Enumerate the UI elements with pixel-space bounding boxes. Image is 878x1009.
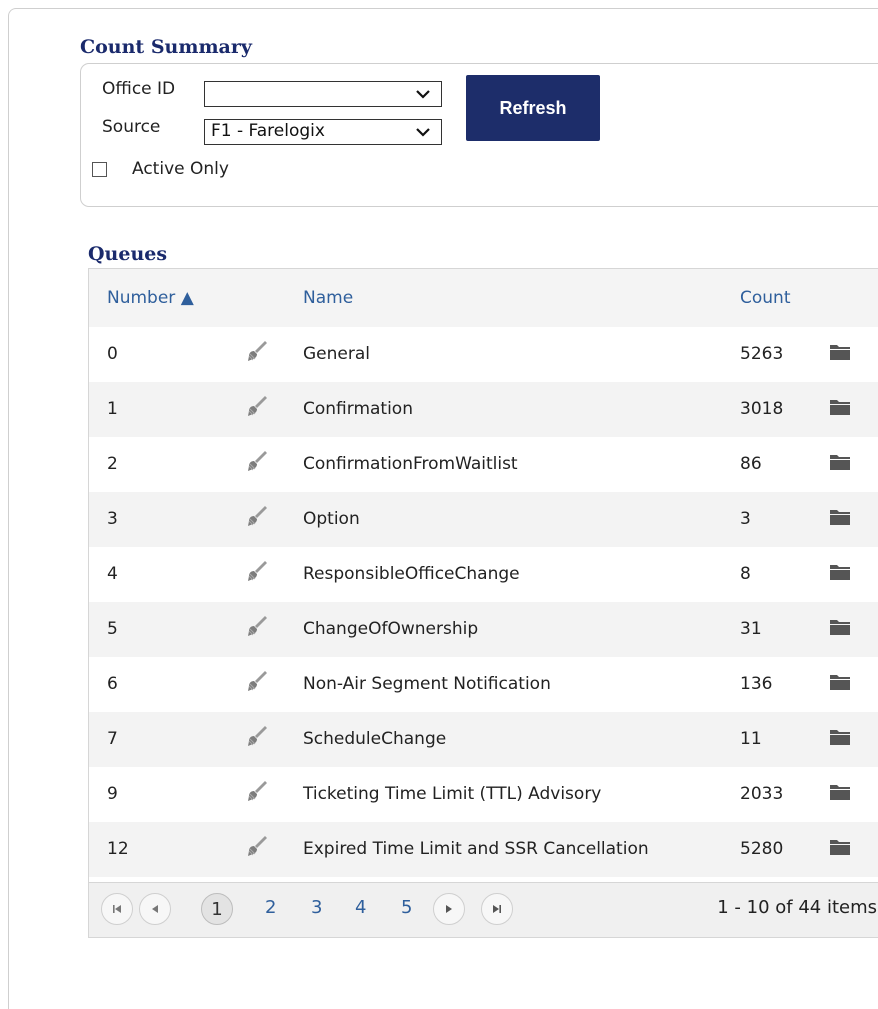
page-number[interactable]: 4	[355, 897, 366, 918]
queue-name: ConfirmationFromWaitlist	[303, 454, 518, 474]
folder-icon[interactable]	[829, 616, 851, 636]
source-value: F1 - Farelogix	[211, 121, 325, 141]
page-number[interactable]: 2	[265, 897, 276, 918]
refresh-button[interactable]: Refresh	[466, 75, 600, 141]
queue-name: ResponsibleOfficeChange	[303, 564, 520, 584]
queue-count: 11	[740, 729, 762, 749]
last-page-icon	[493, 905, 501, 913]
last-page-button[interactable]	[481, 893, 513, 925]
queue-number: 5	[107, 619, 118, 639]
folder-icon[interactable]	[829, 781, 851, 801]
folder-icon[interactable]	[829, 396, 851, 416]
first-page-icon	[113, 905, 121, 913]
queue-name: General	[303, 344, 370, 364]
folder-icon[interactable]	[829, 506, 851, 526]
table-row[interactable]: 6 Non-Air Segment Notification 136	[89, 657, 878, 712]
table-row[interactable]: 0 General 5263	[89, 327, 878, 382]
table-row[interactable]: 2 ConfirmationFromWaitlist 86	[89, 437, 878, 492]
queue-number: 4	[107, 564, 118, 584]
queue-name: Non-Air Segment Notification	[303, 674, 551, 694]
folder-icon[interactable]	[829, 561, 851, 581]
queue-name: ChangeOfOwnership	[303, 619, 479, 639]
queue-count: 136	[740, 674, 773, 694]
brush-icon[interactable]	[245, 779, 269, 803]
queue-count: 5280	[740, 839, 784, 859]
next-page-button[interactable]	[433, 893, 465, 925]
brush-icon[interactable]	[245, 834, 269, 858]
chevron-down-icon	[416, 128, 430, 137]
chevron-down-icon	[416, 90, 430, 99]
brush-icon[interactable]	[245, 669, 269, 693]
queue-number: 3	[107, 509, 118, 529]
table-row[interactable]: 5 ChangeOfOwnership 31	[89, 602, 878, 657]
office-id-select[interactable]	[204, 81, 442, 107]
queue-name: Ticketing Time Limit (TTL) Advisory	[303, 784, 602, 804]
brush-icon[interactable]	[245, 449, 269, 473]
queue-count: 31	[740, 619, 762, 639]
grid-header: Number ▲ Name Count	[89, 269, 878, 327]
page-number[interactable]: 3	[311, 897, 322, 918]
queues-grid: Number ▲ Name Count 0 General 5263 1 Confirm…	[88, 268, 878, 938]
queue-number: 7	[107, 729, 118, 749]
queue-count: 3	[740, 509, 751, 529]
queue-name: Confirmation	[303, 399, 413, 419]
queue-count: 3018	[740, 399, 784, 419]
pager: 1 2 3 4 5 1 - 10 of 44 items	[89, 882, 878, 937]
brush-icon[interactable]	[245, 724, 269, 748]
column-header-count[interactable]: Count	[740, 288, 791, 308]
queue-name: Expired Time Limit and SSR Cancellation	[303, 839, 649, 859]
queue-name: Option	[303, 509, 360, 529]
queue-name: ScheduleChange	[303, 729, 447, 749]
brush-icon[interactable]	[245, 614, 269, 638]
pager-info: 1 - 10 of 44 items	[717, 897, 877, 918]
queues-title: Queues	[88, 243, 168, 265]
queue-number: 6	[107, 674, 118, 694]
queue-number: 0	[107, 344, 118, 364]
brush-icon[interactable]	[245, 394, 269, 418]
table-row[interactable]: 3 Option 3	[89, 492, 878, 547]
active-only-label: Active Only	[132, 159, 229, 179]
previous-page-icon	[152, 905, 158, 913]
brush-icon[interactable]	[245, 559, 269, 583]
office-id-label: Office ID	[102, 79, 176, 99]
queue-number: 2	[107, 454, 118, 474]
count-summary-title: Count Summary	[80, 36, 252, 58]
table-row[interactable]: 4 ResponsibleOfficeChange 8	[89, 547, 878, 602]
brush-icon[interactable]	[245, 504, 269, 528]
source-label: Source	[102, 117, 161, 137]
page-number-current[interactable]: 1	[201, 893, 233, 925]
folder-icon[interactable]	[829, 671, 851, 691]
queue-number: 1	[107, 399, 118, 419]
page-number[interactable]: 5	[401, 897, 412, 918]
folder-icon[interactable]	[829, 726, 851, 746]
queue-count: 8	[740, 564, 751, 584]
column-header-number[interactable]: Number ▲	[107, 288, 194, 308]
table-row[interactable]: 12 Expired Time Limit and SSR Cancellatio…	[89, 822, 878, 877]
table-row[interactable]: 1 Confirmation 3018	[89, 382, 878, 437]
queue-number: 12	[107, 839, 129, 859]
column-header-name[interactable]: Name	[303, 288, 353, 308]
table-row[interactable]: 7 ScheduleChange 11	[89, 712, 878, 767]
source-select[interactable]: F1 - Farelogix	[204, 119, 442, 145]
first-page-button[interactable]	[101, 893, 133, 925]
queue-count: 5263	[740, 344, 784, 364]
queue-count: 2033	[740, 784, 784, 804]
previous-page-button[interactable]	[139, 893, 171, 925]
folder-icon[interactable]	[829, 451, 851, 471]
folder-icon[interactable]	[829, 341, 851, 361]
table-row[interactable]: 9 Ticketing Time Limit (TTL) Advisory 2033	[89, 767, 878, 822]
queue-number: 9	[107, 784, 118, 804]
next-page-icon	[446, 905, 452, 913]
queue-count: 86	[740, 454, 762, 474]
brush-icon[interactable]	[245, 339, 269, 363]
active-only-checkbox[interactable]	[92, 162, 107, 177]
folder-icon[interactable]	[829, 836, 851, 856]
